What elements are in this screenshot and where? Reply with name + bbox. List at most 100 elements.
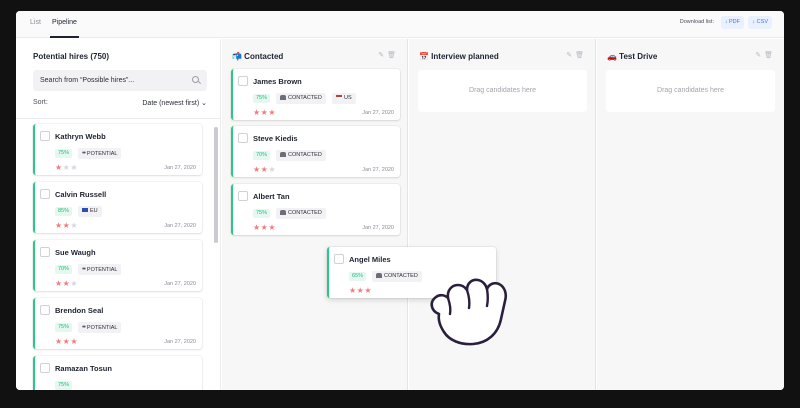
trash-icon[interactable]: 🗑 [387,52,399,59]
star-icon[interactable]: ★ [268,165,276,174]
trash-icon[interactable]: 🗑 [764,52,776,59]
star-icon[interactable]: ★ [55,163,63,172]
badge-label: CONTACTED [288,210,322,216]
rating-stars[interactable]: ★★★ [55,163,78,172]
tab-pipeline[interactable]: Pipeline [50,19,79,38]
star-icon[interactable]: ★ [70,279,78,288]
candidate-card[interactable]: Sue Waugh 70% •• POTENTIAL ★★★ Jan 27, 20… [33,240,202,291]
download-label: Download list: [679,19,714,25]
column-actions: ✎🗑 [755,51,776,59]
card-checkbox[interactable] [40,247,50,257]
search-placeholder: Search from “Possible hires”... [40,77,135,84]
top-bar: List Pipeline Download list: ↓ PDF ↓ CSV [16,11,784,38]
card-checkbox[interactable] [40,363,50,373]
star-icon[interactable]: ★ [70,221,78,230]
star-icon[interactable]: ★ [253,165,261,174]
candidate-card[interactable]: Ramazan Tosun 75% [33,356,202,390]
search-input[interactable]: Search from “Possible hires”... [33,70,207,91]
search-icon[interactable] [192,76,199,83]
candidate-name: Sue Waugh [55,248,96,257]
edit-icon[interactable]: ✎ [378,52,387,59]
card-date: Jan 27, 2020 [164,281,196,287]
candidate-card[interactable]: Steve Kiedis 70% CONTACTED ★★★ Jan 27, 2… [231,126,400,177]
sort-dropdown[interactable]: Date (newest first) ⌄ [142,99,207,107]
star-icon[interactable]: ★ [63,163,71,172]
sort-label: Sort: [33,99,48,106]
star-icon[interactable]: ★ [70,337,78,346]
potential-hires-panel: Potential hires (750) Search from “Possi… [16,39,221,390]
star-icon[interactable]: ★ [268,108,276,117]
drop-zone[interactable]: Drag candidates here [418,70,587,112]
download-csv-button[interactable]: ↓ CSV [748,16,772,29]
column-title: 📅 Interview planned [419,52,499,61]
card-checkbox[interactable] [40,189,50,199]
card-checkbox[interactable] [40,131,50,141]
mailbox-icon [280,209,286,215]
star-icon[interactable]: ★ [357,286,365,295]
star-icon[interactable]: ★ [261,165,269,174]
rating-stars[interactable]: ★★★ [253,108,276,117]
rating-stars[interactable]: ★★★ [55,279,78,288]
rating-stars[interactable]: ★★★ [253,165,276,174]
star-icon[interactable]: ★ [63,221,71,230]
star-icon[interactable]: ★ [261,223,269,232]
candidate-card[interactable]: Albert Tan 75% CONTACTED ★★★ Jan 27, 202… [231,184,400,235]
star-icon[interactable]: ★ [55,337,63,346]
status-badge: CONTACTED [372,271,422,282]
candidate-name: Brendon Seal [55,306,104,315]
country-label: US [344,95,352,101]
star-icon[interactable]: ★ [261,108,269,117]
badge-label: CONTACTED [288,95,322,101]
star-icon[interactable]: ★ [55,221,63,230]
card-date: Jan 27, 2020 [362,167,394,173]
drop-zone[interactable]: Drag candidates here [606,70,775,112]
candidate-card[interactable]: Kathryn Webb 75% •• POTENTIAL ★★★ Jan 27,… [33,124,202,175]
card-checkbox[interactable] [238,191,248,201]
rating-stars[interactable]: ★★★ [349,286,372,295]
star-icon[interactable]: ★ [55,279,63,288]
match-percent: 75% [55,323,73,332]
card-checkbox[interactable] [40,305,50,315]
candidate-card[interactable]: Brendon Seal 75% •• POTENTIAL ★★★ Jan 27,… [33,298,202,349]
star-icon[interactable]: ★ [70,163,78,172]
rating-stars[interactable]: ★★★ [253,223,276,232]
star-icon[interactable]: ★ [253,223,261,232]
card-checkbox[interactable] [238,76,248,86]
candidate-name: Calvin Russell [55,190,107,199]
rating-stars[interactable]: ★★★ [55,337,78,346]
mailbox-icon [280,94,286,100]
status-badge: •• POTENTIAL [78,264,122,275]
edit-icon[interactable]: ✎ [566,52,575,59]
edit-icon[interactable]: ✎ [755,52,764,59]
tab-list[interactable]: List [30,19,41,26]
star-icon[interactable]: ★ [268,223,276,232]
match-percent: 65% [349,272,367,281]
chevron-down-icon: ⌄ [201,100,207,107]
mailbox-icon [280,151,286,157]
badge-label: EU [90,208,98,214]
star-icon[interactable]: ★ [253,108,261,117]
badge-label: CONTACTED [288,152,322,158]
match-percent: 75% [55,149,73,158]
status-badge: CONTACTED [276,150,326,161]
card-checkbox[interactable] [334,254,344,264]
badge-label: POTENTIAL [86,151,118,157]
column-actions: ✎🗑 [566,51,587,59]
rating-stars[interactable]: ★★★ [55,221,78,230]
candidate-card[interactable]: James Brown 75% CONTACTED US ★★★ Jan 27,… [231,69,400,120]
match-percent: 70% [55,265,73,274]
trash-icon[interactable]: 🗑 [575,52,587,59]
candidate-card[interactable]: Calvin Russell 85% EU ★★★ Jan 27, 2020 [33,182,202,233]
star-icon[interactable]: ★ [364,286,372,295]
star-icon[interactable]: ★ [63,279,71,288]
card-checkbox[interactable] [238,133,248,143]
star-icon[interactable]: ★ [349,286,357,295]
candidate-name: Albert Tan [253,192,290,201]
candidate-name: Steve Kiedis [253,134,298,143]
star-icon[interactable]: ★ [63,337,71,346]
match-percent: 75% [253,94,271,103]
scrollbar-thumb[interactable] [214,127,218,243]
grab-hand-icon [430,278,508,346]
download-pdf-button[interactable]: ↓ PDF [720,16,744,29]
column-title: 📬 Contacted [232,52,284,61]
